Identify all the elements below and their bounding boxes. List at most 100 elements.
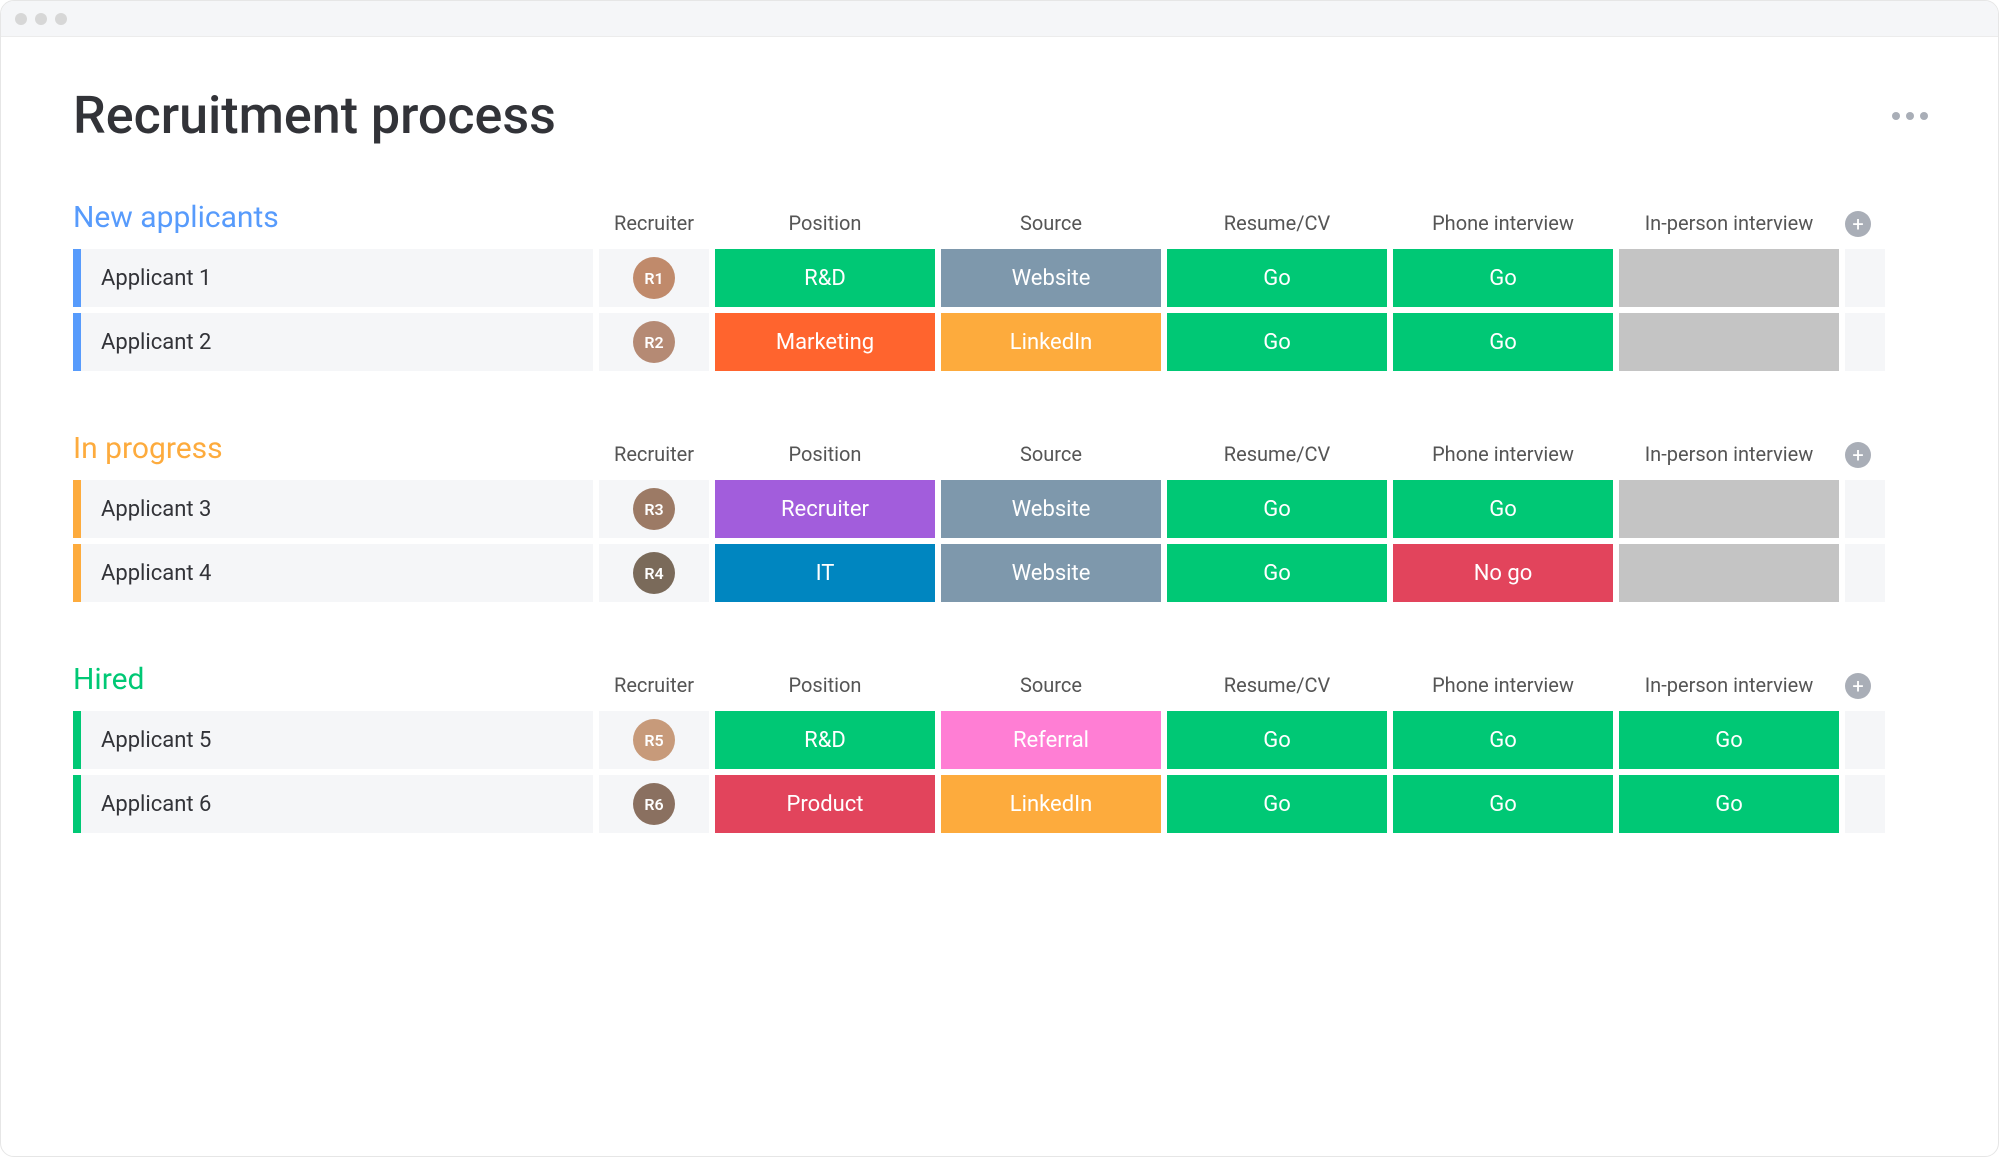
column-header[interactable]: Resume/CV xyxy=(1167,211,1387,239)
column-header[interactable]: Phone interview xyxy=(1393,211,1613,239)
avatar: R3 xyxy=(633,488,675,530)
group: In progressRecruiterPositionSourceResume… xyxy=(73,431,1934,602)
recruiter-cell[interactable]: R5 xyxy=(599,711,709,769)
avatar: R5 xyxy=(633,719,675,761)
phone-cell[interactable]: Go xyxy=(1393,775,1613,833)
column-header[interactable]: Phone interview xyxy=(1393,442,1613,470)
group-header-row: In progressRecruiterPositionSourceResume… xyxy=(73,431,1934,470)
inperson-cell[interactable] xyxy=(1619,480,1839,538)
avatar: R4 xyxy=(633,552,675,594)
column-header[interactable]: Recruiter xyxy=(599,211,709,239)
phone-cell[interactable]: Go xyxy=(1393,249,1613,307)
plus-icon: + xyxy=(1852,676,1863,696)
group: HiredRecruiterPositionSourceResume/CVPho… xyxy=(73,662,1934,833)
group-title[interactable]: In progress xyxy=(73,431,593,470)
inperson-cell[interactable] xyxy=(1619,249,1839,307)
position-cell[interactable]: Recruiter xyxy=(715,480,935,538)
add-column-button[interactable]: + xyxy=(1845,673,1871,699)
app-window: Recruitment process New applicantsRecrui… xyxy=(0,0,1999,1157)
column-header[interactable]: Source xyxy=(941,442,1161,470)
resume-cell[interactable]: Go xyxy=(1167,544,1387,602)
position-cell[interactable]: Product xyxy=(715,775,935,833)
phone-cell[interactable]: Go xyxy=(1393,711,1613,769)
phone-cell[interactable]: Go xyxy=(1393,313,1613,371)
applicant-name-cell[interactable]: Applicant 3 xyxy=(73,480,593,538)
resume-cell[interactable]: Go xyxy=(1167,313,1387,371)
avatar: R2 xyxy=(633,321,675,363)
applicant-name-cell[interactable]: Applicant 5 xyxy=(73,711,593,769)
plus-icon: + xyxy=(1852,214,1863,234)
column-header[interactable]: Position xyxy=(715,673,935,701)
recruiter-cell[interactable]: R2 xyxy=(599,313,709,371)
table-row: Applicant 2R2MarketingLinkedInGoGo xyxy=(73,313,1934,371)
inperson-cell[interactable]: Go xyxy=(1619,711,1839,769)
column-header[interactable]: In-person interview xyxy=(1619,442,1839,470)
column-header[interactable]: Position xyxy=(715,211,935,239)
window-titlebar xyxy=(1,1,1998,37)
applicant-name-cell[interactable]: Applicant 4 xyxy=(73,544,593,602)
inperson-cell[interactable] xyxy=(1619,313,1839,371)
row-trailing-cell xyxy=(1845,711,1885,769)
inperson-cell[interactable]: Go xyxy=(1619,775,1839,833)
group: New applicantsRecruiterPositionSourceRes… xyxy=(73,200,1934,371)
column-header[interactable]: Phone interview xyxy=(1393,673,1613,701)
phone-cell[interactable]: No go xyxy=(1393,544,1613,602)
column-header[interactable]: Source xyxy=(941,673,1161,701)
position-cell[interactable]: Marketing xyxy=(715,313,935,371)
recruiter-cell[interactable]: R3 xyxy=(599,480,709,538)
column-header[interactable]: In-person interview xyxy=(1619,673,1839,701)
recruiter-cell[interactable]: R1 xyxy=(599,249,709,307)
group-title[interactable]: New applicants xyxy=(73,200,593,239)
position-cell[interactable]: R&D xyxy=(715,249,935,307)
row-trailing-cell xyxy=(1845,544,1885,602)
position-cell[interactable]: IT xyxy=(715,544,935,602)
plus-icon: + xyxy=(1852,445,1863,465)
add-column-button[interactable]: + xyxy=(1845,442,1871,468)
column-header[interactable]: In-person interview xyxy=(1619,211,1839,239)
table-row: Applicant 3R3RecruiterWebsiteGoGo xyxy=(73,480,1934,538)
column-header[interactable]: Position xyxy=(715,442,935,470)
table-row: Applicant 1R1R&DWebsiteGoGo xyxy=(73,249,1934,307)
source-cell[interactable]: Website xyxy=(941,249,1161,307)
column-header[interactable]: Recruiter xyxy=(599,673,709,701)
applicant-name-cell[interactable]: Applicant 1 xyxy=(73,249,593,307)
add-column-button[interactable]: + xyxy=(1845,211,1871,237)
position-cell[interactable]: R&D xyxy=(715,711,935,769)
group-title[interactable]: Hired xyxy=(73,662,593,701)
source-cell[interactable]: Referral xyxy=(941,711,1161,769)
window-dot xyxy=(35,13,47,25)
window-dot xyxy=(15,13,27,25)
resume-cell[interactable]: Go xyxy=(1167,480,1387,538)
groups-container: New applicantsRecruiterPositionSourceRes… xyxy=(73,200,1934,833)
source-cell[interactable]: Website xyxy=(941,544,1161,602)
row-trailing-cell xyxy=(1845,249,1885,307)
source-cell[interactable]: LinkedIn xyxy=(941,775,1161,833)
recruiter-cell[interactable]: R6 xyxy=(599,775,709,833)
resume-cell[interactable]: Go xyxy=(1167,711,1387,769)
column-header[interactable]: Source xyxy=(941,211,1161,239)
applicant-name-cell[interactable]: Applicant 6 xyxy=(73,775,593,833)
resume-cell[interactable]: Go xyxy=(1167,775,1387,833)
applicant-name-cell[interactable]: Applicant 2 xyxy=(73,313,593,371)
row-trailing-cell xyxy=(1845,775,1885,833)
board-menu-button[interactable] xyxy=(1886,106,1934,126)
ellipsis-dot-icon xyxy=(1892,112,1900,120)
avatar: R6 xyxy=(633,783,675,825)
table-row: Applicant 4 R4 ITWebsiteGoNo go xyxy=(73,544,1934,602)
avatar: R1 xyxy=(633,257,675,299)
phone-cell[interactable]: Go xyxy=(1393,480,1613,538)
column-header[interactable]: Resume/CV xyxy=(1167,673,1387,701)
window-dot xyxy=(55,13,67,25)
inperson-cell[interactable] xyxy=(1619,544,1839,602)
group-header-row: HiredRecruiterPositionSourceResume/CVPho… xyxy=(73,662,1934,701)
resume-cell[interactable]: Go xyxy=(1167,249,1387,307)
column-header[interactable]: Recruiter xyxy=(599,442,709,470)
page-header: Recruitment process xyxy=(73,85,1934,146)
recruiter-cell[interactable]: R4 xyxy=(599,544,709,602)
source-cell[interactable]: LinkedIn xyxy=(941,313,1161,371)
column-header[interactable]: Resume/CV xyxy=(1167,442,1387,470)
source-cell[interactable]: Website xyxy=(941,480,1161,538)
table-row: Applicant 5R5R&DReferralGoGoGo xyxy=(73,711,1934,769)
row-trailing-cell xyxy=(1845,480,1885,538)
row-trailing-cell xyxy=(1845,313,1885,371)
